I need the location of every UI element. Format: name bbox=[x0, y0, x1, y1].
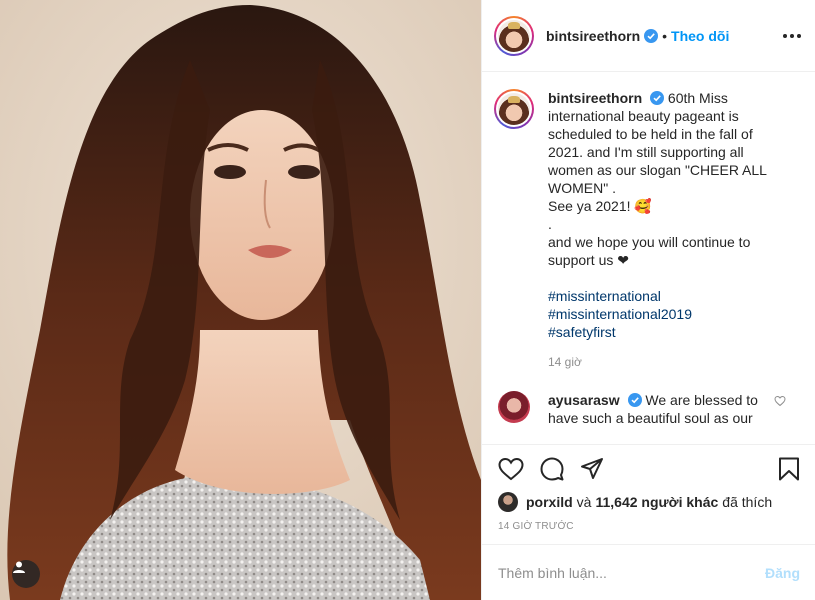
bookmark-icon[interactable] bbox=[778, 457, 800, 481]
author-avatar[interactable] bbox=[494, 15, 534, 56]
likes-count[interactable]: 11,642 người khác bbox=[595, 494, 718, 510]
post-detail-panel: bintsireethorn • Theo dõi bintsireethorn bbox=[481, 0, 815, 600]
first-liker[interactable]: porxild bbox=[526, 494, 573, 510]
portrait-image bbox=[0, 0, 481, 600]
post-header: bintsireethorn • Theo dõi bbox=[482, 0, 815, 72]
follow-button[interactable]: Theo dõi bbox=[671, 28, 729, 44]
comment-like-heart-icon[interactable] bbox=[774, 395, 786, 407]
verified-badge-icon bbox=[627, 393, 642, 407]
more-options-icon[interactable] bbox=[783, 33, 801, 38]
likes-and: và bbox=[576, 494, 592, 510]
hashtag-link[interactable]: #safetyfirst bbox=[548, 323, 788, 341]
caption-body: bintsireethorn 60th Miss international b… bbox=[548, 89, 788, 371]
post-photo[interactable] bbox=[0, 0, 481, 600]
caption-text: See ya 2021! 🥰 bbox=[548, 198, 652, 214]
comment-input[interactable] bbox=[498, 564, 765, 581]
likes-suffix: đã thích bbox=[722, 494, 773, 510]
heart-icon[interactable] bbox=[498, 457, 524, 481]
post-comment-button[interactable]: Đăng bbox=[765, 565, 800, 581]
hashtag-link[interactable]: #missinternational2019 bbox=[548, 305, 788, 323]
hashtag-link[interactable]: #missinternational bbox=[548, 287, 788, 305]
likes-summary: porxild và 11,642 người khác đã thích bbox=[498, 492, 800, 512]
caption-text: . bbox=[548, 216, 552, 232]
post-actions: porxild và 11,642 người khác đã thích 14… bbox=[482, 444, 815, 544]
comment-item: ayusarasw We are blessed to have such a … bbox=[494, 391, 800, 427]
author-username[interactable]: bintsireethorn bbox=[546, 28, 640, 44]
add-comment-bar: Đăng bbox=[482, 544, 815, 600]
comment-body: ayusarasw We are blessed to have such a … bbox=[548, 391, 766, 427]
commenter-username[interactable]: ayusarasw bbox=[548, 392, 620, 408]
comment-icon[interactable] bbox=[540, 457, 564, 481]
liker-avatar[interactable] bbox=[498, 492, 518, 512]
verified-badge-icon bbox=[650, 91, 665, 105]
comments-scroll[interactable]: bintsireethorn 60th Miss international b… bbox=[482, 73, 815, 444]
caption-timestamp[interactable]: 14 giờ bbox=[548, 353, 788, 371]
post-timestamp[interactable]: 14 GIỜ TRƯỚC bbox=[498, 521, 800, 532]
commenter-avatar[interactable] bbox=[498, 391, 530, 423]
caption-author-avatar[interactable] bbox=[494, 89, 534, 129]
share-icon[interactable] bbox=[580, 457, 604, 481]
user-tag-icon[interactable] bbox=[12, 560, 40, 588]
caption-author[interactable]: bintsireethorn bbox=[548, 90, 642, 106]
verified-badge-icon bbox=[644, 28, 659, 43]
caption-comment: bintsireethorn 60th Miss international b… bbox=[494, 89, 800, 371]
separator-dot: • bbox=[662, 27, 668, 44]
caption-text: and we hope you will continue to support… bbox=[548, 234, 751, 268]
